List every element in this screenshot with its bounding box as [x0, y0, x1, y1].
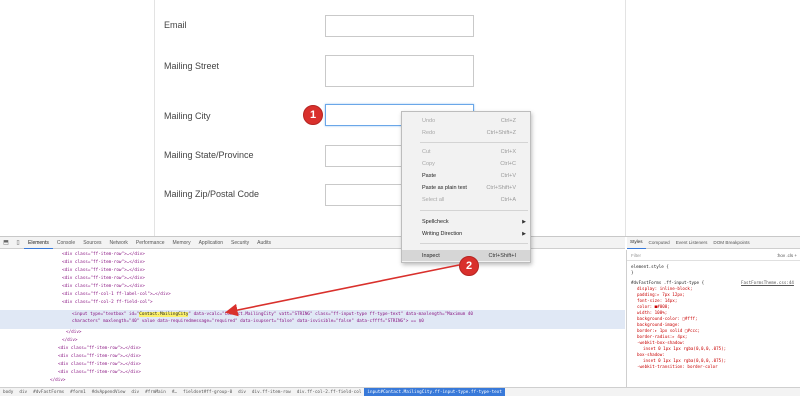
dom-breadcrumbs: body div #dvFastForms #form1 #dvAppendVi…	[0, 387, 800, 396]
tab-audits[interactable]: Audits	[253, 237, 275, 249]
style-rule-selector: #dvFastForms .ff-input-type {	[631, 280, 705, 285]
email-field[interactable]	[325, 15, 474, 37]
dom-node[interactable]: <div class="ff-item-row">…</div>	[58, 370, 141, 376]
breadcrumb-item[interactable]: #dvAppendView	[89, 390, 129, 395]
menu-item-writing-direction[interactable]: Writing Direction ▶	[402, 228, 530, 239]
tab-performance[interactable]: Performance	[132, 237, 169, 249]
breadcrumb-item[interactable]: body	[0, 390, 16, 395]
breadcrumb-item[interactable]: div	[235, 390, 249, 395]
menu-item-undo[interactable]: Undo Ctrl+Z	[402, 115, 530, 126]
tab-sources[interactable]: Sources	[79, 237, 105, 249]
web-page: Email Mailing Street Mailing City Mailin…	[0, 0, 800, 236]
tab-event-listeners[interactable]: Event Listeners	[673, 237, 711, 249]
dom-node-selected[interactable]: <input type="textbox" id="Contact.Mailin…	[72, 312, 473, 318]
dom-node[interactable]: <div class="ff-col-1 ff-label-col">…</di…	[62, 292, 171, 298]
elements-tree: <div class="ff-item-row">…</div> <div cl…	[0, 250, 625, 386]
tab-styles[interactable]: Styles	[627, 236, 646, 249]
menu-item-redo[interactable]: Redo Ctrl+Shift+Z	[402, 127, 530, 138]
context-menu: Undo Ctrl+Z Redo Ctrl+Shift+Z Cut Ctrl+X…	[401, 111, 531, 263]
dom-node[interactable]: <div class="ff-item-row">…</div>	[62, 252, 145, 258]
dom-node[interactable]: <div class="ff-item-row">…</div>	[58, 362, 141, 368]
mailing-street-label: Mailing Street	[164, 61, 220, 71]
dom-node[interactable]: <div class="ff-col-2 ff-field-col">	[62, 300, 153, 306]
menu-separator	[420, 243, 528, 244]
breadcrumb-item[interactable]: #frmMain	[142, 390, 169, 395]
menu-item-paste[interactable]: Paste Ctrl+V	[402, 170, 530, 181]
menu-item-paste-plain-text[interactable]: Paste as plain text Ctrl+Shift+V	[402, 182, 530, 193]
mailing-zip-label: Mailing Zip/Postal Code	[164, 189, 260, 199]
submenu-arrow-icon: ▶	[522, 218, 526, 225]
email-label: Email	[164, 20, 187, 30]
dom-node[interactable]: <div class="ff-item-row">…</div>	[62, 268, 145, 274]
breadcrumb-item[interactable]: div	[128, 390, 142, 395]
devtools-panel: ⬒ ▯ Elements Console Sources Network Per…	[0, 236, 800, 396]
menu-separator	[420, 142, 528, 143]
menu-item-spellcheck[interactable]: Spellcheck ▶	[402, 216, 530, 227]
tab-application[interactable]: Application	[195, 237, 227, 249]
breadcrumb-item[interactable]: #…	[169, 390, 180, 395]
tab-console[interactable]: Console	[53, 237, 79, 249]
styles-tabbar: Styles Computed Event Listeners DOM Brea…	[627, 237, 800, 249]
dom-node[interactable]: </div>	[50, 378, 66, 384]
dom-node[interactable]: <div class="ff-item-row">…</div>	[62, 284, 145, 290]
style-source-link[interactable]: FastFormsTheme.css:44	[741, 280, 794, 286]
step-1-badge: 1	[303, 105, 323, 125]
step-2-badge: 2	[459, 256, 479, 276]
mailing-city-label: Mailing City	[164, 111, 211, 121]
styles-filter-controls[interactable]: :hov .cls +	[777, 251, 797, 261]
inspect-element-icon[interactable]: ⬒	[0, 239, 12, 246]
dom-node[interactable]: </div>	[62, 338, 78, 344]
breadcrumb-item-active[interactable]: input#Contact.MailingCity.ff-input-type.…	[364, 388, 505, 396]
menu-item-cut[interactable]: Cut Ctrl+X	[402, 146, 530, 157]
menu-separator	[420, 210, 528, 211]
dom-node[interactable]: <div class="ff-item-row">…</div>	[62, 260, 145, 266]
dom-node[interactable]: <div class="ff-item-row">…</div>	[58, 354, 141, 360]
tab-security[interactable]: Security	[227, 237, 253, 249]
dom-node[interactable]: <div class="ff-item-row">…</div>	[58, 346, 141, 352]
dom-node[interactable]: </div>	[66, 330, 82, 336]
breadcrumb-item[interactable]: fieldset#ff-group-0	[180, 390, 235, 395]
mailing-state-label: Mailing State/Province	[164, 150, 254, 160]
menu-item-copy[interactable]: Copy Ctrl+C	[402, 158, 530, 169]
tab-computed[interactable]: Computed	[646, 237, 673, 249]
style-rule-close: }	[631, 270, 634, 275]
tab-memory[interactable]: Memory	[169, 237, 195, 249]
tab-elements[interactable]: Elements	[24, 237, 53, 249]
devtools-tabbar: ⬒ ▯ Elements Console Sources Network Per…	[0, 237, 625, 249]
breadcrumb-item[interactable]: #dvFastForms	[30, 390, 67, 395]
mailing-street-field[interactable]	[325, 55, 474, 87]
styles-pane: Styles Computed Event Listeners DOM Brea…	[626, 237, 800, 387]
breadcrumb-item[interactable]: div.ff-item-row	[249, 390, 294, 395]
tab-dom-breakpoints[interactable]: DOM Breakpoints	[710, 237, 752, 249]
styles-filter-input[interactable]: Filter :hov .cls +	[627, 251, 800, 261]
style-declaration[interactable]: -webkit-transition: border-color	[637, 364, 718, 370]
submenu-arrow-icon: ▶	[522, 230, 526, 237]
breadcrumb-item[interactable]: div.ff-col-2.ff-field-col	[294, 390, 365, 395]
style-rule-selector: element.style {	[631, 264, 669, 269]
dom-node[interactable]: <div class="ff-item-row">…</div>	[62, 276, 145, 282]
breadcrumb-item[interactable]: #form1	[67, 390, 89, 395]
highlighted-id: Contact.MailingCity	[139, 312, 189, 317]
device-toolbar-icon[interactable]: ▯	[12, 239, 24, 246]
breadcrumb-item[interactable]: div	[16, 390, 30, 395]
tab-network[interactable]: Network	[106, 237, 132, 249]
menu-item-select-all[interactable]: Select all Ctrl+A	[402, 194, 530, 205]
dom-node-selected-cont: characters" maxlength="40" value data-re…	[72, 319, 424, 324]
